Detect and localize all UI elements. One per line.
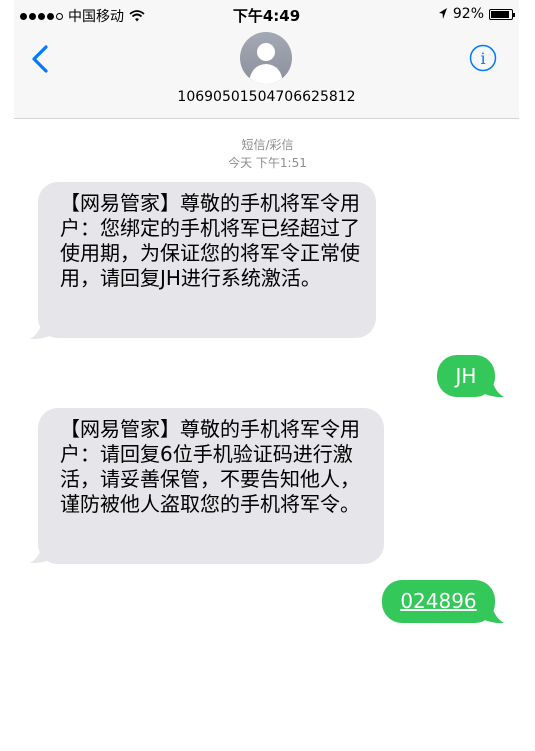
- status-bar: 中国移动 下午4:49 92%: [14, 0, 519, 28]
- battery-fill: [491, 10, 510, 18]
- info-icon[interactable]: i: [469, 44, 497, 72]
- location-arrow-icon: [438, 8, 447, 19]
- svg-text:i: i: [480, 49, 485, 68]
- back-chevron-icon[interactable]: [28, 44, 52, 74]
- incoming-message[interactable]: 【网易管家】尊敬的手机将军令用户：请回复6位手机验证码进行激活，请妥善保管，不要…: [38, 408, 384, 564]
- outgoing-message[interactable]: JH: [437, 355, 495, 397]
- nav-header: 中国移动 下午4:49 92% i 10690501504706625812: [14, 0, 519, 119]
- incoming-message[interactable]: 【网易管家】尊敬的手机将军令用户：您绑定的手机将军已经超过了使用期，为保证您的将…: [38, 182, 376, 338]
- outgoing-message[interactable]: 024896: [382, 580, 495, 623]
- message-timestamp: 今天 下午1:51: [228, 156, 307, 170]
- contact-number: 10690501504706625812: [177, 89, 356, 105]
- message-type-label: 短信/彩信: [241, 138, 294, 152]
- battery-percent: 92%: [452, 6, 484, 22]
- contact-avatar[interactable]: [240, 32, 292, 84]
- person-silhouette-icon: [249, 43, 283, 84]
- detected-code-link[interactable]: 024896: [400, 589, 476, 613]
- messages-screen: 中国移动 下午4:49 92% i 10690501504706625812 短…: [0, 0, 535, 751]
- battery-icon: [489, 8, 515, 20]
- status-right: 92%: [438, 6, 515, 22]
